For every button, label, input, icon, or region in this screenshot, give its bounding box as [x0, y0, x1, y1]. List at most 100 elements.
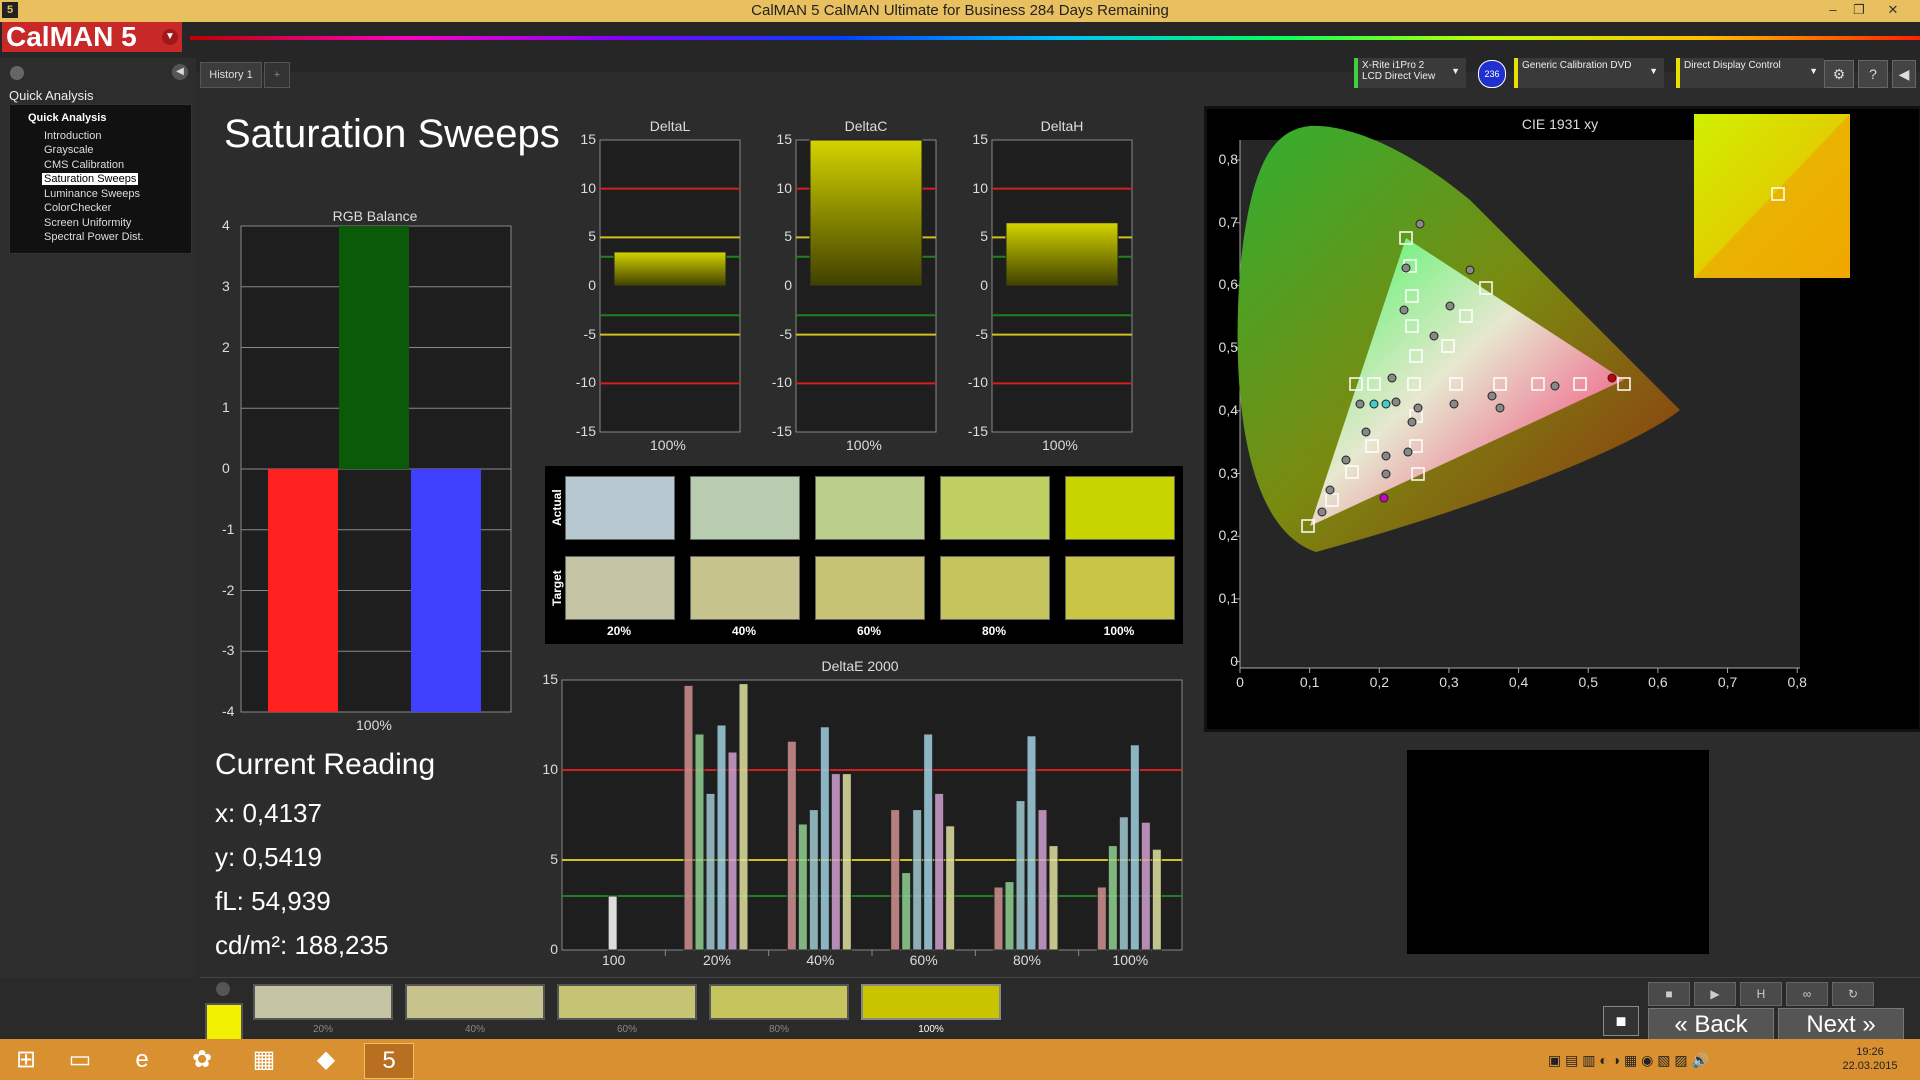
- tree-root[interactable]: Quick Analysis: [28, 112, 106, 124]
- app-taskbar-icon[interactable]: ◆: [302, 1043, 350, 1077]
- tree-item-luminance-sweeps[interactable]: Luminance Sweeps: [42, 188, 142, 200]
- delta-ytick: 0: [980, 277, 988, 293]
- deltae-bar: [786, 740, 797, 951]
- cie-xtick: 0,5: [1578, 674, 1598, 690]
- record-stop-button[interactable]: ■: [1603, 1006, 1639, 1036]
- play-icon[interactable]: ▶: [1694, 982, 1736, 1006]
- deltae-bar: [945, 825, 956, 951]
- refresh-icon[interactable]: ↻: [1832, 982, 1874, 1006]
- bottom-swatch-label: 100%: [918, 1024, 944, 1035]
- page-title: Saturation Sweeps: [224, 112, 560, 156]
- preview-box: [1407, 750, 1709, 954]
- loop-icon[interactable]: ∞: [1786, 982, 1828, 1006]
- add-tab-button[interactable]: +: [264, 62, 290, 88]
- clock-date: 22.03.2015: [1842, 1060, 1898, 1072]
- minimize-button[interactable]: –: [1820, 0, 1846, 20]
- bottom-swatch-button[interactable]: [405, 984, 545, 1020]
- pin-icon[interactable]: [10, 66, 24, 80]
- swatch-label: 20%: [606, 624, 632, 638]
- tree-item-spectral-power[interactable]: Spectral Power Dist.: [42, 231, 146, 243]
- rgb-xlabel: 100%: [356, 717, 392, 733]
- restore-button[interactable]: ❐: [1846, 0, 1872, 20]
- title-bar: 5 CalMAN 5 CalMAN Ultimate for Business …: [0, 0, 1920, 22]
- next-button[interactable]: Next »: [1778, 1008, 1904, 1040]
- display-selector[interactable]: Direct Display Control ▼: [1676, 58, 1824, 88]
- swatch-label: 40%: [731, 624, 757, 638]
- chevron-down-icon: ▼: [1649, 66, 1658, 76]
- save-icon[interactable]: H: [1740, 982, 1782, 1006]
- collapse-right-icon[interactable]: ◀: [1892, 60, 1916, 88]
- deltae-bar: [694, 733, 705, 951]
- pin-icon[interactable]: [216, 982, 230, 996]
- calman-logo-menu[interactable]: CalMAN 5 ▼: [2, 22, 182, 52]
- calman-taskbar-icon[interactable]: 5: [364, 1043, 414, 1079]
- display-name: Direct Display Control: [1684, 60, 1781, 71]
- meter-badge[interactable]: 236: [1478, 60, 1506, 88]
- delta-ytick: -15: [771, 423, 792, 439]
- deltae-ytick: 5: [550, 851, 558, 867]
- bottom-swatch-button[interactable]: [253, 984, 393, 1020]
- meter-selector[interactable]: X-Rite i1Pro 2 LCD Direct View ▼: [1354, 58, 1466, 88]
- delta-ytick: 5: [588, 228, 596, 245]
- rgb-ytick: -4: [222, 703, 235, 719]
- collapse-panel-icon[interactable]: ◀: [172, 64, 188, 80]
- deltae-bar: [1015, 800, 1026, 951]
- target-swatch: [815, 556, 925, 620]
- rgb-ytick: 1: [222, 399, 230, 416]
- help-icon[interactable]: ?: [1858, 60, 1888, 88]
- rainbow-stripe: [190, 36, 1920, 40]
- rgb-balance-chart: [240, 225, 512, 713]
- meter-name: X-Rite i1Pro 2: [1362, 60, 1425, 71]
- cie-ytick: 0,8: [1218, 151, 1238, 167]
- tab-history-1[interactable]: History 1: [200, 62, 262, 88]
- bottom-swatch-button[interactable]: [861, 984, 1001, 1020]
- tree-item-colorchecker[interactable]: ColorChecker: [42, 202, 113, 214]
- actual-swatch: [940, 476, 1050, 540]
- tree-item-grayscale[interactable]: Grayscale: [42, 144, 96, 156]
- swatch-label: 100%: [1103, 624, 1135, 638]
- deltae-bar: [993, 886, 1004, 951]
- tree-item-introduction[interactable]: Introduction: [42, 130, 103, 142]
- close-button[interactable]: ✕: [1880, 0, 1906, 20]
- rgb-ytick: 3: [222, 277, 230, 294]
- actual-swatch: [565, 476, 675, 540]
- cie-ytick: 0,6: [1218, 276, 1238, 293]
- delta-ytick: -15: [575, 423, 596, 439]
- rgb-ytick: 2: [222, 338, 230, 355]
- file-explorer-icon[interactable]: ▭: [56, 1043, 104, 1077]
- cie-chart: [1235, 114, 1850, 673]
- cie-xtick: 0: [1236, 674, 1244, 690]
- start-windows-icon[interactable]: ⊞: [2, 1043, 50, 1077]
- deltae-bar: [1129, 744, 1140, 951]
- control-panel-icon[interactable]: ✿: [178, 1043, 226, 1077]
- tree-item-saturation-sweeps[interactable]: Saturation Sweeps: [42, 173, 139, 185]
- back-chevron-icon: «: [1674, 1011, 1695, 1038]
- deltae-chart: [561, 679, 1183, 956]
- tree-item-screen-uniformity[interactable]: Screen Uniformity: [42, 217, 133, 229]
- back-label: Back: [1694, 1011, 1748, 1038]
- bottom-swatch-button[interactable]: [709, 984, 849, 1020]
- internet-explorer-icon[interactable]: e: [118, 1043, 166, 1077]
- calculator-icon[interactable]: ▦: [240, 1043, 288, 1077]
- deltae-bar: [934, 792, 945, 951]
- back-button[interactable]: « Back: [1648, 1008, 1774, 1040]
- deltae-bar: [716, 724, 727, 951]
- blue-bar: [411, 469, 481, 712]
- clock-time: 19:26: [1856, 1046, 1884, 1058]
- tree-item-cms-calibration[interactable]: CMS Calibration: [42, 159, 126, 171]
- delta-ytick: -5: [975, 325, 988, 342]
- logo-text: CalMAN 5: [6, 21, 137, 52]
- delta-bar: [809, 139, 923, 287]
- deltae-bar: [727, 751, 738, 951]
- source-selector[interactable]: Generic Calibration DVD ▼: [1514, 58, 1664, 88]
- clock[interactable]: 19:26 22.03.2015: [1830, 1045, 1910, 1073]
- cie-ytick: 0,5: [1218, 339, 1238, 356]
- stop-icon[interactable]: ■: [1648, 982, 1690, 1006]
- settings-gear-icon[interactable]: ⚙: [1824, 60, 1854, 88]
- tray-icons[interactable]: ▣ ▤ ▥ ◐ ◑ ▦ ◉ ▧ ▨ 🔊: [1548, 1052, 1709, 1069]
- red-bar: [268, 469, 338, 712]
- bottom-swatch-button[interactable]: [557, 984, 697, 1020]
- deltae-bar: [808, 809, 819, 951]
- target-row-label: Target: [550, 570, 564, 606]
- deltae-bar: [912, 809, 923, 951]
